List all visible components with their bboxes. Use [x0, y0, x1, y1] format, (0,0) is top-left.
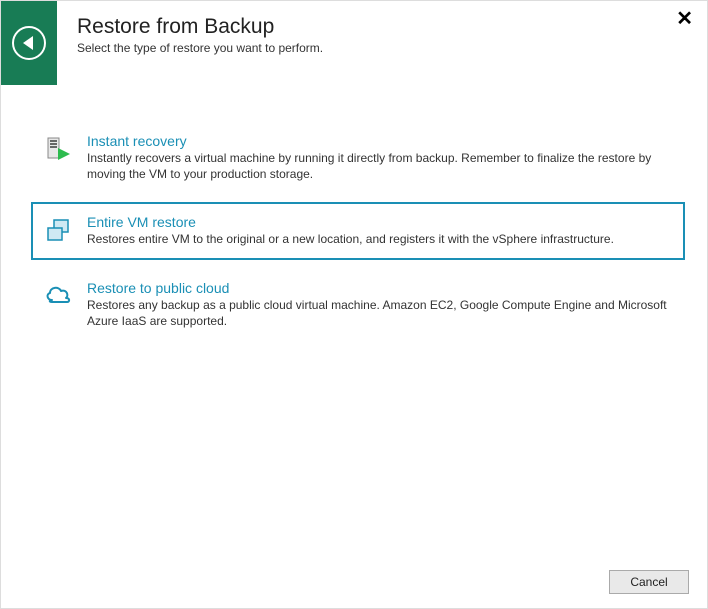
cloud-icon: [39, 280, 79, 306]
dialog-footer: Cancel: [609, 570, 689, 594]
close-icon[interactable]: ✕: [676, 9, 693, 29]
option-entire-vm-restore[interactable]: Entire VM restore Restores entire VM to …: [31, 202, 685, 259]
option-description: Restores any backup as a public cloud vi…: [87, 297, 673, 329]
option-title: Entire VM restore: [87, 214, 673, 230]
server-play-icon: [39, 133, 79, 165]
vm-boxes-icon: [39, 214, 79, 246]
back-button[interactable]: [1, 1, 57, 85]
option-title: Restore to public cloud: [87, 280, 673, 296]
option-title: Instant recovery: [87, 133, 673, 149]
option-restore-public-cloud[interactable]: Restore to public cloud Restores any bac…: [31, 268, 685, 341]
cancel-button[interactable]: Cancel: [609, 570, 689, 594]
back-arrow-icon: [12, 26, 46, 60]
option-instant-recovery[interactable]: Instant recovery Instantly recovers a vi…: [31, 121, 685, 194]
page-subtitle: Select the type of restore you want to p…: [77, 41, 707, 55]
page-title: Restore from Backup: [77, 15, 707, 39]
option-description: Instantly recovers a virtual machine by …: [87, 150, 673, 182]
option-description: Restores entire VM to the original or a …: [87, 231, 673, 247]
restore-options-list: Instant recovery Instantly recovers a vi…: [1, 85, 707, 341]
dialog-header: Restore from Backup Select the type of r…: [1, 1, 707, 85]
